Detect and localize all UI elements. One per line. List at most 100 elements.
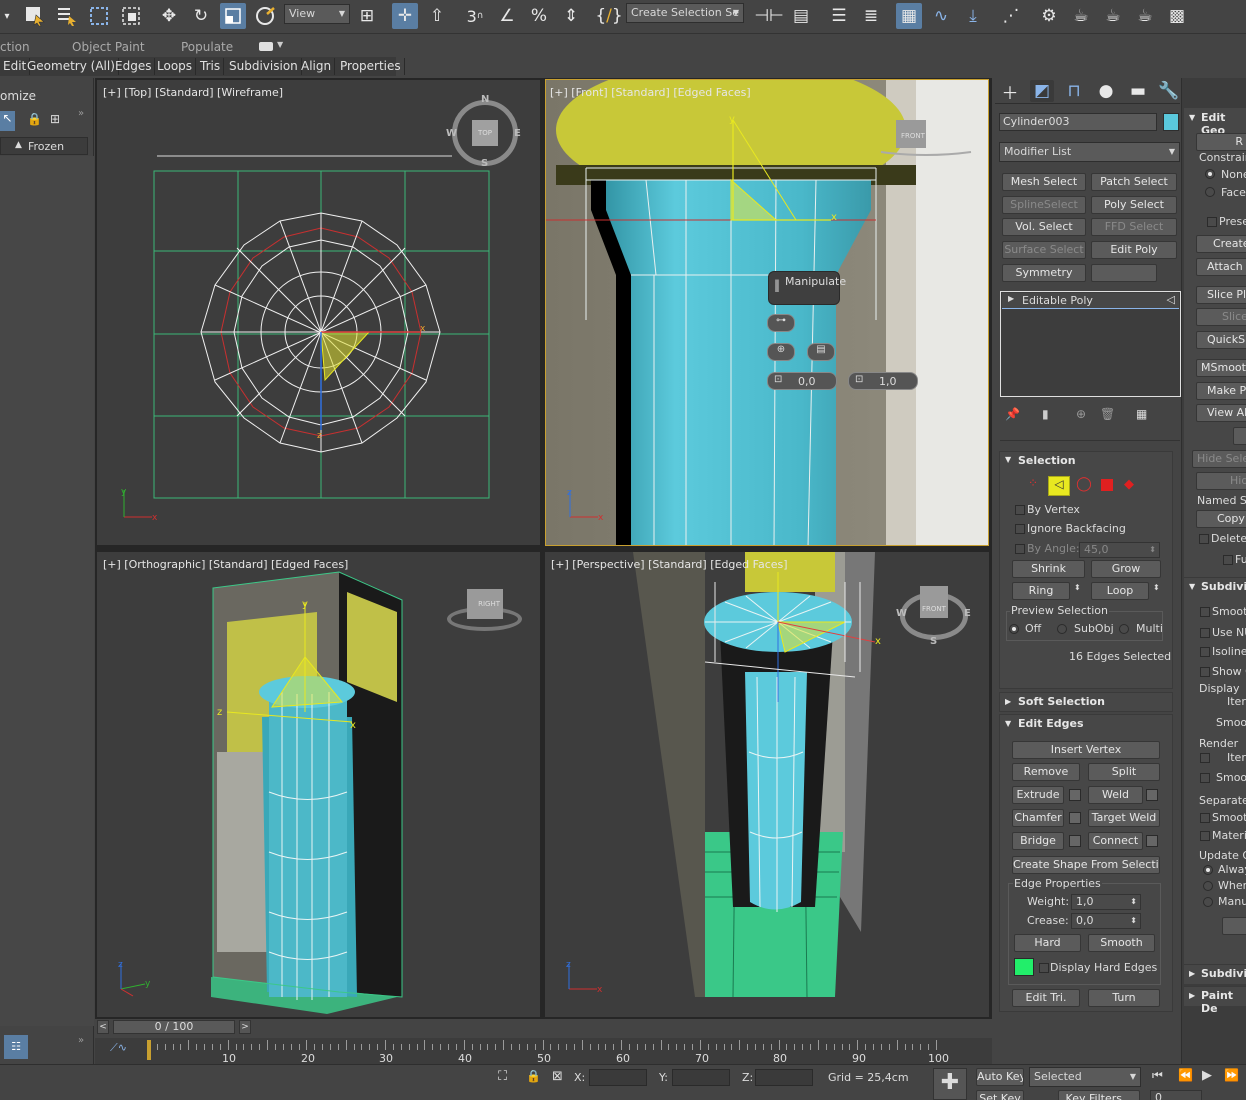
mesh-select-button[interactable]: Mesh Select xyxy=(1002,173,1086,191)
curve-editor-mini-icon[interactable]: ⟋∿ xyxy=(110,1041,127,1055)
layer-explorer-icon[interactable]: ☰ xyxy=(826,3,852,29)
attach-button[interactable]: Attach xyxy=(1196,258,1246,276)
key-set-dropdown[interactable]: Selected ▼ xyxy=(1029,1067,1141,1087)
smooth-result-checkbox[interactable] xyxy=(1200,607,1210,617)
viewport-top[interactable]: x z y x [+] [Top] [Standard] [Wireframe]… xyxy=(97,80,540,545)
ribbon-tab-populate[interactable]: Populate xyxy=(181,40,233,54)
loop-spinner-icon[interactable]: ⬍ xyxy=(1153,583,1160,592)
soft-selection-title[interactable]: Soft Selection xyxy=(1018,695,1105,708)
loop-button[interactable]: Loop xyxy=(1091,582,1149,600)
hide-unselected-button[interactable]: Hid xyxy=(1196,472,1246,490)
percent-snap-icon[interactable]: % xyxy=(526,3,552,29)
vol-select-button[interactable]: Vol. Select xyxy=(1002,218,1086,236)
show-end-result-icon[interactable]: ▮ xyxy=(1042,407,1049,421)
bridge-button[interactable]: Bridge xyxy=(1012,832,1064,850)
expand-paint-deformation-icon[interactable]: ▶ xyxy=(1189,991,1195,1000)
surface-select-button[interactable]: Surface Select xyxy=(1002,241,1086,259)
time-slider-thumb[interactable]: 0 / 100 xyxy=(113,1020,235,1034)
view-align-button[interactable]: View Ali xyxy=(1196,404,1246,422)
render-cloud-icon[interactable]: ▩ xyxy=(1164,3,1190,29)
viewcube-face-top[interactable]: TOP xyxy=(472,120,498,146)
subdiv-displacement-title[interactable]: Subdivis xyxy=(1201,967,1246,980)
display-tab-icon[interactable]: ▬ xyxy=(1126,80,1150,102)
edit-named-selection-icon[interactable]: {/} xyxy=(595,3,622,29)
spinner-arrows-icon[interactable]: ⬍ xyxy=(1149,543,1156,557)
panel-divider[interactable] xyxy=(1000,440,1180,441)
menu-tris[interactable]: Tris xyxy=(197,58,225,75)
placement-icon[interactable] xyxy=(252,3,278,29)
connect-settings-icon[interactable] xyxy=(1146,835,1158,847)
chevron-down-icon[interactable]: ▼ xyxy=(277,40,283,49)
viewcube-face-front[interactable]: FRONT xyxy=(920,586,948,618)
snaps-icon[interactable]: 3 ∩ xyxy=(462,3,488,29)
create-tab-icon[interactable]: ＋ xyxy=(998,80,1022,104)
preview-off-radio[interactable] xyxy=(1009,624,1019,634)
create-button[interactable]: Create xyxy=(1196,235,1246,253)
weld-button[interactable]: Weld xyxy=(1088,786,1143,804)
insert-vertex-button[interactable]: Insert Vertex xyxy=(1012,741,1160,759)
spinner-snap-icon[interactable]: ⇕ xyxy=(558,3,584,29)
vertex-subobj-icon[interactable]: ⁘ xyxy=(1024,476,1042,494)
collapse-selection-icon[interactable]: ▼ xyxy=(1005,455,1011,464)
viewport-label-front[interactable]: [+] [Front] [Standard] [Edged Faces] xyxy=(550,86,751,99)
scale-icon[interactable] xyxy=(220,3,246,29)
render-setup-icon[interactable]: ⚙ xyxy=(1036,3,1062,29)
quickslice-button[interactable]: QuickSli xyxy=(1196,331,1246,349)
pivot-center-icon[interactable]: ⊞ xyxy=(354,3,380,29)
by-angle-checkbox[interactable] xyxy=(1015,544,1025,554)
explorer-footer-icon[interactable]: ☷ xyxy=(4,1035,28,1059)
material-editor-icon[interactable]: ⋰ xyxy=(998,3,1024,29)
render-frame-icon[interactable]: ☕ xyxy=(1068,3,1094,29)
curve-editor-icon[interactable]: ∿ xyxy=(928,3,954,29)
expand-icon[interactable]: ▶ xyxy=(1008,294,1014,303)
menu-properties[interactable]: Properties xyxy=(337,58,405,75)
border-subobj-icon[interactable]: ◯ xyxy=(1075,476,1093,494)
update-always-radio[interactable] xyxy=(1203,865,1213,875)
make-unique-icon[interactable]: ⊕ xyxy=(1076,407,1086,421)
current-frame-field[interactable]: 0 xyxy=(1150,1090,1202,1100)
render-iterative-icon[interactable]: ☕ xyxy=(1132,3,1158,29)
remove-modifier-icon[interactable]: 🗑 xyxy=(1100,407,1115,421)
ribbon-tab-selection[interactable]: ction xyxy=(0,40,30,54)
utilities-tab-icon[interactable]: 🔧 xyxy=(1158,80,1180,102)
viewport-label-perspective[interactable]: [+] [Perspective] [Standard] [Edged Face… xyxy=(551,558,788,571)
collapse-icon[interactable]: » xyxy=(78,108,84,119)
select-by-name-icon[interactable] xyxy=(54,3,80,29)
hierarchy-icon[interactable]: ⊞ xyxy=(50,112,60,126)
manip-align-icon[interactable]: ⊕ xyxy=(767,343,795,361)
render-iterations-checkbox[interactable] xyxy=(1200,753,1210,763)
patch-select-button[interactable]: Patch Select xyxy=(1091,173,1177,191)
keyboard-shortcut-icon[interactable]: ⇧ xyxy=(424,3,450,29)
manipulate-panel[interactable]: ‖ Manipulate xyxy=(768,271,846,305)
object-color-swatch[interactable] xyxy=(1163,113,1179,131)
viewport-label-top[interactable]: [+] [Top] [Standard] [Wireframe] xyxy=(103,86,283,99)
viewport-front[interactable]: y x FRONT z x [+] [Front] [Standard] [Ed… xyxy=(545,79,989,546)
display-hard-edges-checkbox[interactable] xyxy=(1039,963,1049,973)
time-next-button[interactable]: > xyxy=(239,1020,251,1034)
isolate-icon[interactable]: ⛶ xyxy=(498,1069,507,1084)
frozen-column-header[interactable]: ▲ Frozen xyxy=(0,137,88,155)
key-filters-button[interactable]: Key Filters... xyxy=(1058,1090,1140,1100)
create-shape-button[interactable]: Create Shape From Selection xyxy=(1012,856,1160,874)
collapse-icon[interactable]: » xyxy=(78,1035,84,1046)
viewcube-top[interactable]: TOP N S E W xyxy=(446,94,522,170)
modify-tab-icon[interactable]: ◩ xyxy=(1030,80,1054,102)
scene-explorer-icon[interactable]: ≣ xyxy=(858,3,884,29)
hierarchy-tab-icon[interactable]: ⊓ xyxy=(1062,80,1086,102)
hard-edge-color-swatch[interactable] xyxy=(1014,958,1034,976)
ffd-select-button[interactable]: FFD Select xyxy=(1091,218,1177,236)
edit-menu-icon[interactable]: ▾ xyxy=(0,3,14,29)
update-when-rendering-radio[interactable] xyxy=(1203,881,1213,891)
slice-button[interactable]: Slice xyxy=(1196,308,1246,326)
go-to-start-icon[interactable]: ⏮ xyxy=(1152,1068,1163,1083)
configure-sets-icon[interactable]: ▦ xyxy=(1136,407,1147,421)
poly-select-button[interactable]: Poly Select xyxy=(1091,196,1177,214)
collapse-edit-geometry-icon[interactable]: ▼ xyxy=(1189,113,1195,122)
update-button[interactable] xyxy=(1222,917,1246,935)
preview-subobj-radio[interactable] xyxy=(1057,624,1067,634)
select-object-icon[interactable] xyxy=(22,3,48,29)
ignore-backfacing-checkbox[interactable] xyxy=(1015,524,1025,534)
align-icon[interactable]: ▤ xyxy=(788,3,814,29)
window-crossing-icon[interactable] xyxy=(118,3,144,29)
empty-modifier-button[interactable] xyxy=(1091,264,1157,282)
